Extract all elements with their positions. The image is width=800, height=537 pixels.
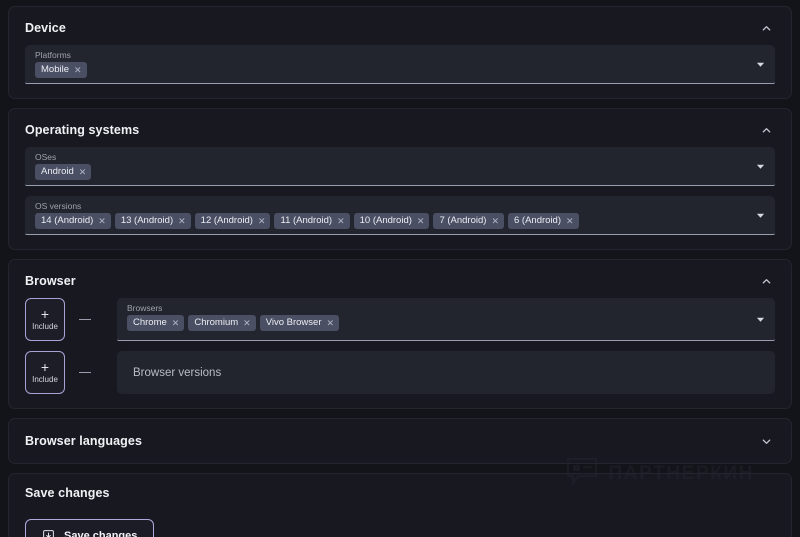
chip-label: 14 (Android) <box>41 215 94 226</box>
minus-icon <box>79 371 91 374</box>
chip-browser[interactable]: Chromium ✕ <box>188 315 256 331</box>
chip-os-version[interactable]: 14 (Android) ✕ <box>35 213 111 229</box>
section-device-body: Platforms Mobile ✕ <box>9 37 791 98</box>
save-changes-title: Save changes <box>25 486 110 500</box>
platforms-field[interactable]: Platforms Mobile ✕ <box>25 45 775 84</box>
section-browser: Browser + Include Browsers Chrome ✕ Chro… <box>8 259 792 409</box>
chip-remove-icon[interactable]: ✕ <box>74 65 82 75</box>
section-browser-languages-header[interactable]: Browser languages <box>9 419 791 463</box>
os-versions-field[interactable]: OS versions 14 (Android) ✕ 13 (Android) ✕ … <box>25 196 775 235</box>
minus-icon <box>79 318 91 321</box>
dropdown-caret-icon[interactable] <box>755 210 765 220</box>
chip-os-version[interactable]: 10 (Android) ✕ <box>353 213 430 229</box>
section-operating-systems-body: OSes Android ✕ OS versions 14 (Android) ✕… <box>9 139 791 249</box>
save-disk-icon <box>42 529 55 537</box>
browser-versions-include-button[interactable]: + Include <box>25 351 65 394</box>
browser-versions-field[interactable]: Browser versions <box>117 351 775 394</box>
chip-os-version[interactable]: 11 (Android) ✕ <box>274 213 350 229</box>
chip-label: 6 (Android) <box>513 215 561 226</box>
dropdown-caret-icon[interactable] <box>755 314 765 324</box>
save-changes-button[interactable]: Save changes <box>25 519 155 537</box>
browsers-include-label: Include <box>32 322 58 331</box>
chip-remove-icon[interactable]: ✕ <box>327 318 335 328</box>
section-browser-body: + Include Browsers Chrome ✕ Chromium ✕ Viv… <box>9 290 791 408</box>
section-device: Device Platforms Mobile ✕ <box>8 6 792 99</box>
chevron-up-icon[interactable] <box>757 121 775 139</box>
browsers-label: Browsers <box>127 303 163 313</box>
browsers-include-button[interactable]: + Include <box>25 298 65 341</box>
chip-os-version[interactable]: 13 (Android) ✕ <box>114 213 191 229</box>
chip-remove-icon[interactable]: ✕ <box>178 216 186 226</box>
plus-icon: + <box>40 359 50 375</box>
chevron-up-icon[interactable] <box>757 272 775 290</box>
oses-field[interactable]: OSes Android ✕ <box>25 147 775 186</box>
chip-label: Vivo Browser <box>265 317 322 328</box>
chip-label: 7 (Android) <box>439 215 487 226</box>
chip-label: Chromium <box>194 317 239 328</box>
platforms-chip-list: Mobile ✕ <box>35 62 745 78</box>
section-save-changes-header: Save changes <box>9 474 791 500</box>
os-versions-chip-list: 14 (Android) ✕ 13 (Android) ✕ 12 (Android)… <box>35 213 745 229</box>
chip-browser[interactable]: Chrome ✕ <box>127 315 185 331</box>
section-operating-systems-title: Operating systems <box>25 123 140 137</box>
chip-remove-icon[interactable]: ✕ <box>79 167 87 177</box>
dropdown-caret-icon[interactable] <box>755 59 765 69</box>
browsers-exclude-button[interactable] <box>65 298 105 341</box>
chip-os[interactable]: Android ✕ <box>35 164 92 180</box>
chip-label: Android <box>41 166 74 177</box>
chip-remove-icon[interactable]: ✕ <box>566 216 574 226</box>
settings-page: Device Platforms Mobile ✕ Operating syst… <box>0 0 800 537</box>
section-device-title: Device <box>25 21 66 35</box>
browsers-field[interactable]: Browsers Chrome ✕ Chromium ✕ Vivo Browser ✕ <box>117 298 775 341</box>
os-versions-label: OS versions <box>35 201 82 211</box>
chip-label: 10 (Android) <box>359 215 412 226</box>
section-save-changes-body: Save changes <box>9 500 791 537</box>
platforms-label: Platforms <box>35 50 71 60</box>
browser-versions-include-label: Include <box>32 375 58 384</box>
section-operating-systems: Operating systems OSes Android ✕ OS vers… <box>8 108 792 250</box>
chip-remove-icon[interactable]: ✕ <box>258 216 266 226</box>
save-changes-button-label: Save changes <box>64 529 138 537</box>
plus-icon: + <box>40 306 50 322</box>
chip-browser[interactable]: Vivo Browser ✕ <box>259 315 340 331</box>
chevron-up-icon[interactable] <box>757 19 775 37</box>
chip-os-version[interactable]: 7 (Android) ✕ <box>433 213 504 229</box>
section-browser-header[interactable]: Browser <box>9 260 791 290</box>
chip-os-version[interactable]: 6 (Android) ✕ <box>507 213 579 229</box>
section-browser-languages: Browser languages <box>8 418 792 464</box>
browser-versions-exclude-button[interactable] <box>65 351 105 394</box>
chip-remove-icon[interactable]: ✕ <box>172 318 180 328</box>
browsers-include-exclude-toggle: + Include <box>25 298 105 341</box>
section-browser-title: Browser <box>25 274 76 288</box>
chip-label: Mobile <box>41 64 69 75</box>
chip-remove-icon[interactable]: ✕ <box>491 216 499 226</box>
chip-label: Chrome <box>133 317 167 328</box>
chip-label: 11 (Android) <box>280 215 333 226</box>
browser-versions-include-exclude-toggle: + Include <box>25 351 105 394</box>
chip-remove-icon[interactable]: ✕ <box>417 216 425 226</box>
chip-remove-icon[interactable]: ✕ <box>98 216 106 226</box>
chip-label: 12 (Android) <box>200 215 253 226</box>
chip-os-version[interactable]: 12 (Android) ✕ <box>194 213 271 229</box>
section-operating-systems-header[interactable]: Operating systems <box>9 109 791 139</box>
dropdown-caret-icon[interactable] <box>755 161 765 171</box>
section-save-changes: Save changes Save changes <box>8 473 792 537</box>
browser-versions-row: + Include Browser versions <box>25 351 775 394</box>
chip-label: 13 (Android) <box>120 215 174 226</box>
section-device-header[interactable]: Device <box>9 7 791 37</box>
oses-label: OSes <box>35 152 57 162</box>
browsers-row: + Include Browsers Chrome ✕ Chromium ✕ Viv… <box>25 298 775 341</box>
chevron-down-icon[interactable] <box>757 432 775 450</box>
oses-chip-list: Android ✕ <box>35 164 745 180</box>
chip-remove-icon[interactable]: ✕ <box>243 318 251 328</box>
section-browser-languages-title: Browser languages <box>25 434 143 448</box>
browsers-chip-list: Chrome ✕ Chromium ✕ Vivo Browser ✕ <box>127 315 745 331</box>
chip-platform[interactable]: Mobile ✕ <box>35 62 87 78</box>
chip-remove-icon[interactable]: ✕ <box>337 216 345 226</box>
browser-versions-placeholder: Browser versions <box>133 366 222 379</box>
